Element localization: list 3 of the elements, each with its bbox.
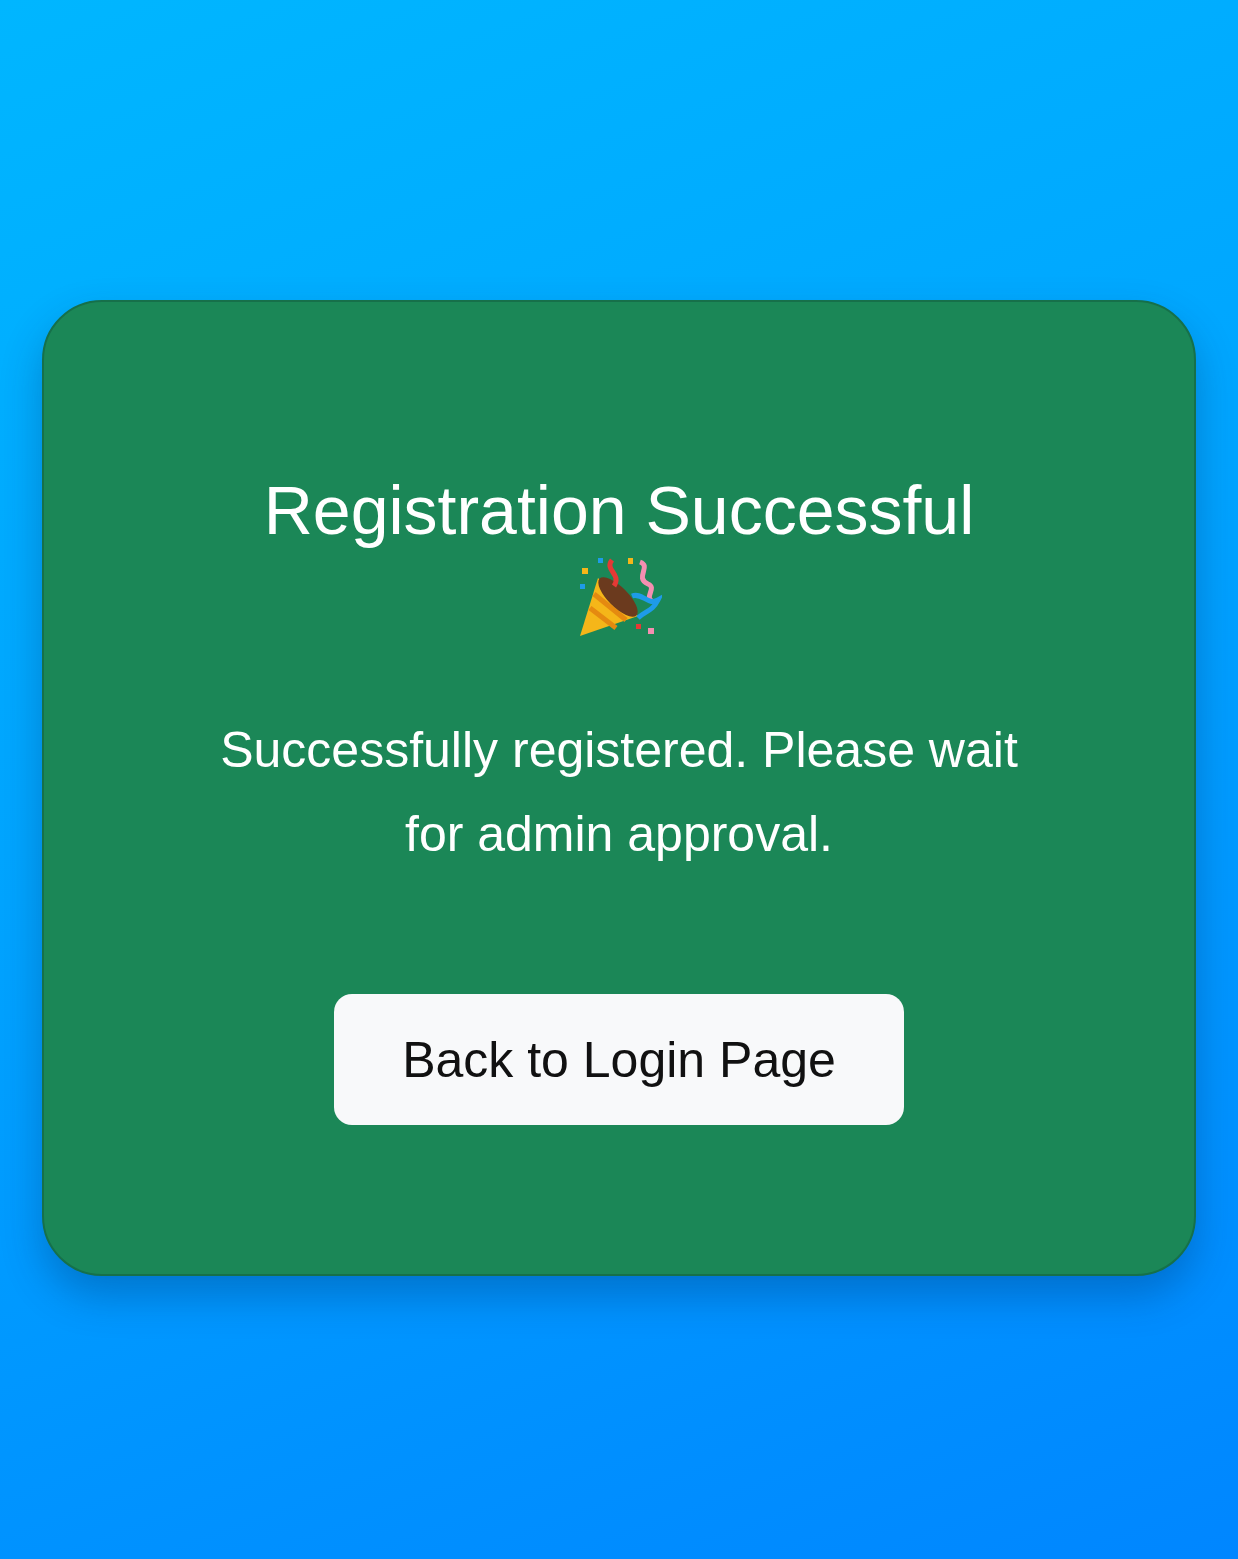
back-to-login-button[interactable]: Back to Login Page bbox=[334, 994, 904, 1125]
status-message: Successfully registered. Please wait for admin approval. bbox=[219, 721, 1019, 864]
page-title: Registration Successful bbox=[263, 471, 975, 550]
